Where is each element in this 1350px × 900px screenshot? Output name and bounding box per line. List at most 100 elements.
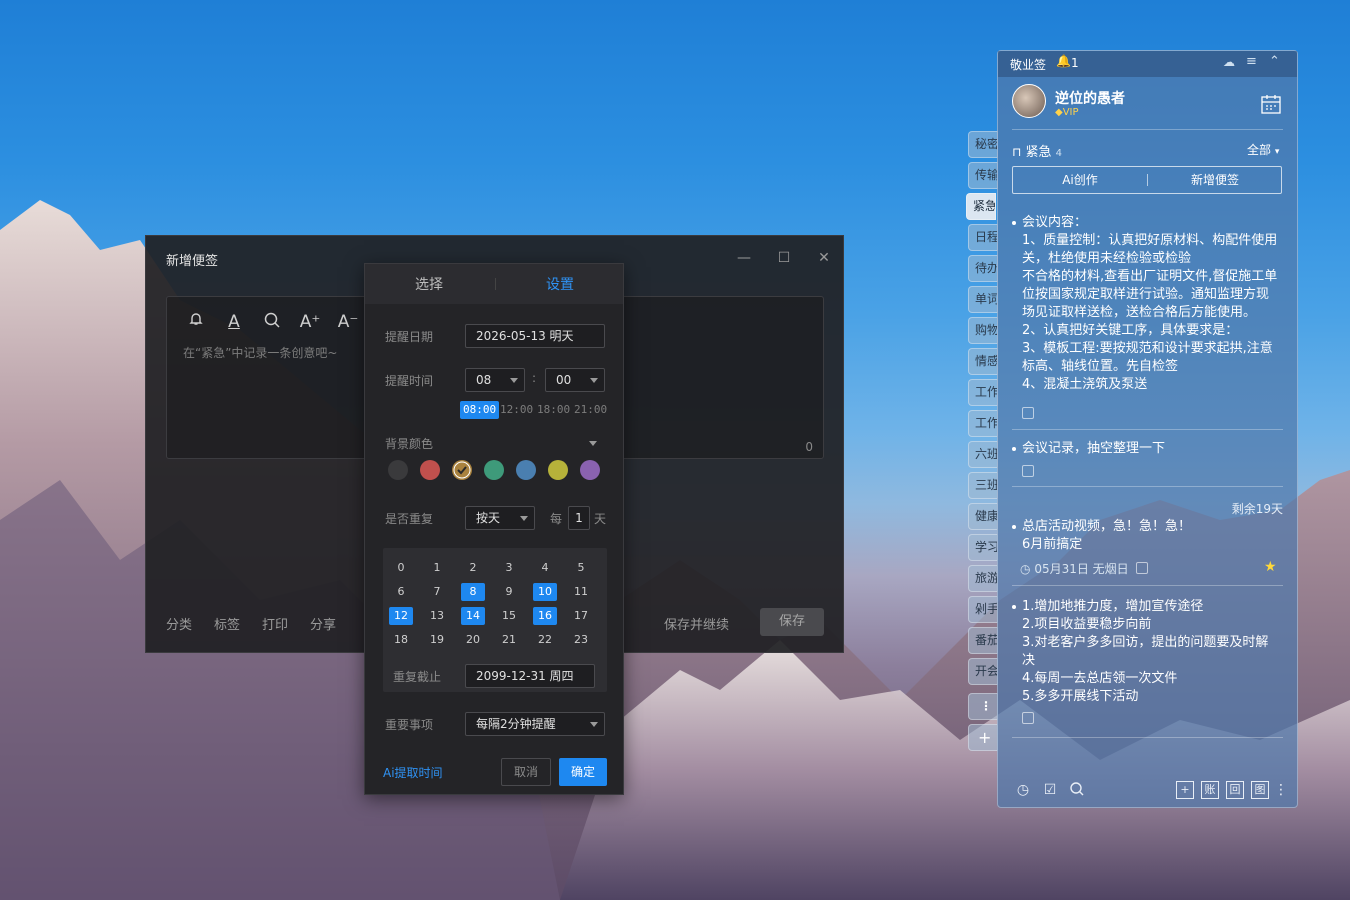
avatar[interactable] [1012, 84, 1046, 118]
hour-cell[interactable]: 7 [425, 583, 449, 601]
menu-icon[interactable]: ≡ [1246, 54, 1257, 69]
hour-cell[interactable]: 2 [461, 559, 485, 577]
hour-cell[interactable]: 20 [461, 631, 485, 649]
bell-icon[interactable] [185, 311, 207, 333]
hour-cell[interactable]: 15 [497, 607, 521, 625]
quick-time-1200[interactable]: 12:00 [500, 401, 533, 419]
print-button[interactable]: 打印 [262, 614, 288, 633]
hour-cell[interactable]: 22 [533, 631, 557, 649]
cancel-button[interactable]: 取消 [501, 758, 551, 786]
search-icon[interactable] [261, 311, 283, 333]
side-tab[interactable]: 单词 [968, 286, 998, 313]
maximize-button[interactable]: ☐ [774, 248, 794, 268]
minimize-button[interactable]: — [734, 248, 754, 268]
font-smaller-icon[interactable]: A⁻ [337, 311, 359, 333]
note-item[interactable]: 1.增加地推力度，增加宣传途径 2.项目收益要稳步向前 3.对老客户多多回访，提… [1012, 598, 1280, 706]
hour-select[interactable]: 08 [465, 368, 525, 392]
quick-time-2100[interactable]: 21:00 [574, 401, 607, 419]
hour-cell[interactable]: 14 [461, 607, 485, 625]
important-select[interactable]: 每隔2分钟提醒 [465, 712, 605, 736]
quick-time-0800[interactable]: 08:00 [460, 401, 500, 419]
hour-cell[interactable]: 23 [569, 631, 593, 649]
hour-cell[interactable]: 4 [533, 559, 557, 577]
quick-time-1800[interactable]: 18:00 [537, 401, 570, 419]
ai-extract-link[interactable]: Ai提取时间 [383, 764, 443, 781]
side-tab[interactable]: 番茄 [968, 627, 998, 654]
clock-icon[interactable]: ◷ [1014, 781, 1032, 799]
note-item[interactable]: 会议内容： 1、质量控制：认真把好原材料、构配件使用关，杜绝使用未经检验或检验 … [1012, 214, 1280, 400]
side-tab[interactable]: 学习 [968, 534, 998, 561]
hour-cell[interactable]: 18 [389, 631, 413, 649]
side-tab[interactable]: 工作 [968, 410, 998, 437]
hour-cell[interactable]: 11 [569, 583, 593, 601]
repeat-mode-select[interactable]: 按天 [465, 506, 535, 530]
chevron-down-icon[interactable] [589, 441, 597, 446]
color-swatch[interactable] [548, 460, 568, 480]
hour-cell[interactable]: 17 [569, 607, 593, 625]
ok-button[interactable]: 确定 [559, 758, 607, 786]
close-button[interactable]: ✕ [814, 248, 834, 268]
ledger-icon[interactable]: 账 [1201, 781, 1219, 799]
side-tab[interactable]: 日程 [968, 224, 998, 251]
hour-cell[interactable]: 16 [533, 607, 557, 625]
hour-cell[interactable]: 13 [425, 607, 449, 625]
cloud-icon[interactable]: ☁ [1223, 55, 1235, 69]
side-tab[interactable]: 紧急 [966, 193, 996, 220]
more-icon[interactable]: ⋮ [1274, 781, 1288, 799]
hour-cell[interactable]: 9 [497, 583, 521, 601]
add-icon[interactable]: + [1176, 781, 1194, 799]
side-tab[interactable]: 三班 [968, 472, 998, 499]
hour-cell[interactable]: 10 [533, 583, 557, 601]
font-color-icon[interactable]: A [223, 311, 245, 333]
hour-cell[interactable]: 19 [425, 631, 449, 649]
star-icon[interactable]: ★ [1264, 559, 1277, 575]
side-tab[interactable]: 秘密 [968, 131, 998, 158]
hour-cell[interactable]: 0 [389, 559, 413, 577]
side-tab[interactable]: 购物 [968, 317, 998, 344]
share-button[interactable]: 分享 [310, 614, 336, 633]
color-swatch[interactable] [452, 460, 472, 480]
tab-select[interactable]: 选择 [415, 274, 443, 294]
hour-cell[interactable]: 6 [389, 583, 413, 601]
minute-select[interactable]: 00 [545, 368, 605, 392]
color-swatch[interactable] [516, 460, 536, 480]
side-tab[interactable]: 旅游 [968, 565, 998, 592]
hour-cell[interactable]: 12 [389, 607, 413, 625]
new-note-button[interactable]: 新增便签 [1148, 167, 1282, 193]
every-n-input[interactable]: 1 [568, 506, 590, 530]
save-button[interactable]: 保存 [760, 608, 824, 636]
ai-create-button[interactable]: Ai创作 [1013, 167, 1147, 193]
note-item[interactable]: 总店活动视频，急！急！急！ 6月前搞定 [1012, 518, 1280, 554]
side-tab[interactable]: 情感 [968, 348, 998, 375]
side-tab[interactable]: 工作 [968, 379, 998, 406]
hour-cell[interactable]: 5 [569, 559, 593, 577]
todo-icon[interactable]: ☑ [1041, 781, 1059, 799]
tab-settings[interactable]: 设置 [546, 274, 574, 294]
reply-icon[interactable]: 回 [1226, 781, 1244, 799]
bell-icon[interactable]: 🔔 [1056, 54, 1071, 68]
color-swatch[interactable] [420, 460, 440, 480]
color-swatch[interactable] [388, 460, 408, 480]
remind-date-field[interactable]: 2026-05-13 明天 [465, 324, 605, 348]
search-icon[interactable] [1068, 781, 1086, 799]
side-tab[interactable]: 待办 [968, 255, 998, 282]
tag-button[interactable]: 标签 [214, 614, 240, 633]
hour-cell[interactable]: 21 [497, 631, 521, 649]
color-swatch[interactable] [484, 460, 504, 480]
save-continue-button[interactable]: 保存并继续 [664, 614, 729, 633]
hour-cell[interactable]: 3 [497, 559, 521, 577]
side-tab[interactable]: 开会 [968, 658, 998, 685]
side-tab[interactable]: 剁手 [968, 596, 998, 623]
collapse-icon[interactable]: ⌃ [1269, 54, 1280, 69]
side-tab[interactable]: 健康 [968, 503, 998, 530]
category-button[interactable]: 分类 [166, 614, 192, 633]
image-icon[interactable]: 图 [1251, 781, 1269, 799]
calendar-icon[interactable] [1260, 93, 1282, 119]
note-item[interactable]: 会议记录，抽空整理一下 [1012, 440, 1280, 458]
hour-cell[interactable]: 8 [461, 583, 485, 601]
side-tab[interactable]: 传输 [968, 162, 998, 189]
repeat-until-field[interactable]: 2099-12-31 周四 [465, 664, 595, 688]
add-category-icon[interactable]: + [968, 724, 998, 751]
side-tab[interactable]: 六班 [968, 441, 998, 468]
color-swatch[interactable] [580, 460, 600, 480]
